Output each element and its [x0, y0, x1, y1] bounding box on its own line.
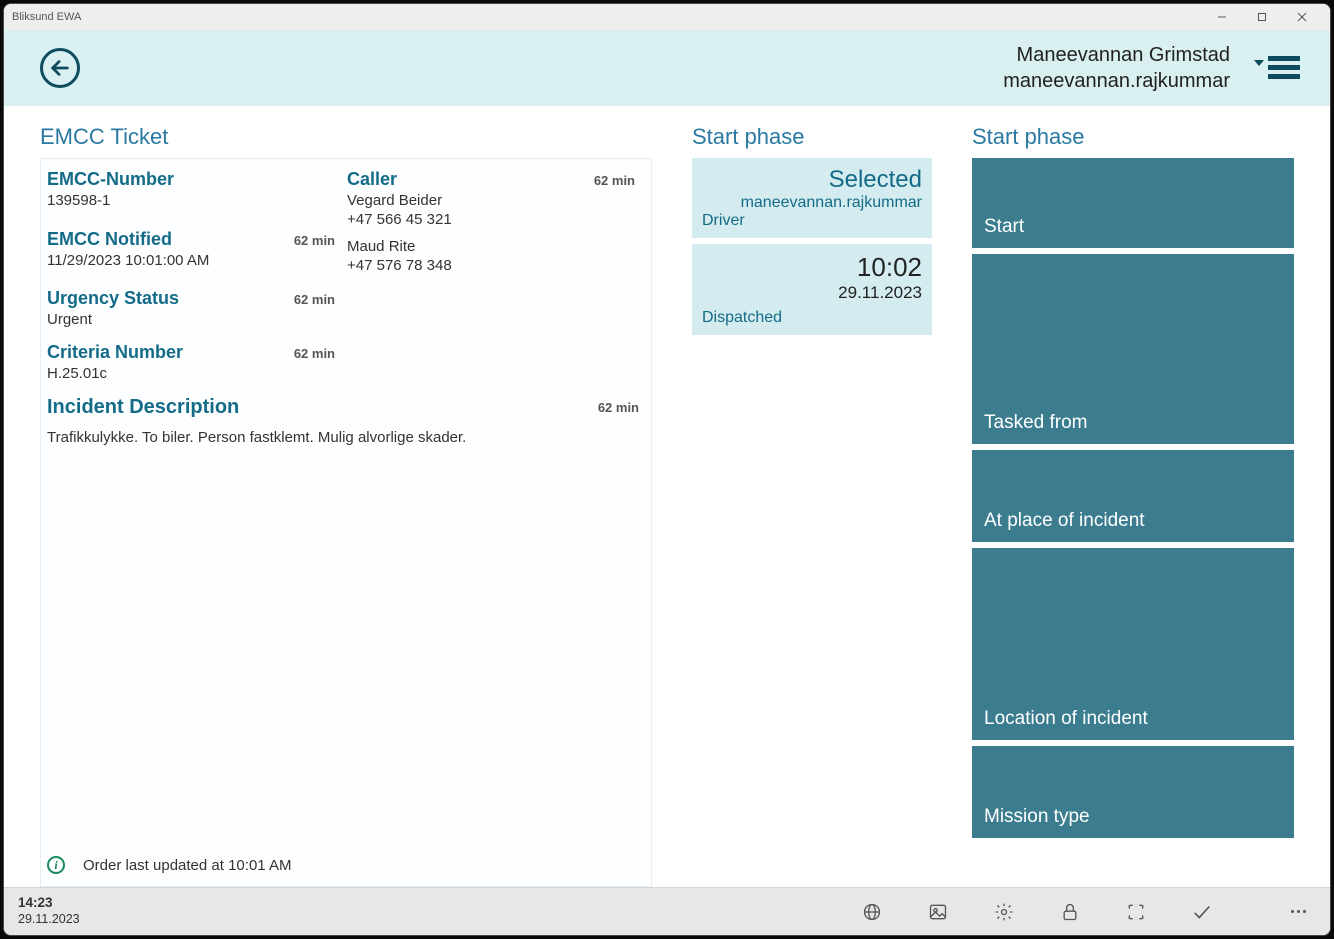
check-icon[interactable] [1191, 901, 1213, 923]
dispatched-card[interactable]: 10:02 29.11.2023 Dispatched [692, 244, 932, 335]
tile-at-place[interactable]: At place of incident [972, 450, 1294, 542]
window-title: Bliksund EWA [12, 11, 1202, 23]
titlebar: Bliksund EWA [4, 4, 1330, 30]
ticket-grid: EMCC-Number 139598-1 Caller 62 min Vegar… [41, 169, 651, 396]
urgency-age: 62 min [294, 292, 335, 307]
phase-right-column: Start phase Start Tasked from At place o… [972, 124, 1294, 887]
emcc-ticket-column: EMCC Ticket EMCC-Number 139598-1 Caller … [40, 124, 652, 887]
caller-age: 62 min [594, 173, 635, 188]
incident-description-age: 62 min [598, 400, 639, 415]
clock-date: 29.11.2023 [18, 912, 80, 928]
dispatched-time: 10:02 [702, 252, 922, 283]
emcc-ticket-title: EMCC Ticket [40, 124, 652, 150]
tile-mission-type[interactable]: Mission type [972, 746, 1294, 838]
emcc-number-label: EMCC-Number [47, 169, 337, 190]
caller2-phone: +47 576 78 348 [347, 257, 637, 274]
urgency-value: Urgent [47, 311, 337, 328]
emcc-number-cell: EMCC-Number 139598-1 [47, 169, 347, 215]
phase-left-title: Start phase [692, 124, 932, 150]
dispatched-label: Dispatched [702, 309, 922, 327]
tile-location[interactable]: Location of incident [972, 548, 1294, 740]
app-window: Bliksund EWA Maneevannan Grimstad maneev… [3, 3, 1331, 936]
selected-label: Selected [702, 166, 922, 194]
order-updated-text: Order last updated at 10:01 AM [83, 857, 291, 874]
caller-cell: Caller 62 min Vegard Beider +47 566 45 3… [347, 169, 647, 274]
selected-user: maneevannan.rajkummar [702, 194, 922, 212]
incident-description-text: Trafikkulykke. To biler. Person fastklem… [47, 429, 645, 446]
user-display-name: Maneevannan Grimstad [1003, 42, 1230, 68]
criteria-age: 62 min [294, 346, 335, 361]
menu-button[interactable] [1254, 52, 1300, 85]
maximize-button[interactable] [1242, 5, 1282, 29]
header-bar: Maneevannan Grimstad maneevannan.rajkumm… [4, 30, 1330, 106]
user-login: maneevannan.rajkummar [1003, 68, 1230, 94]
bottom-bar: 14:23 29.11.2023 [4, 887, 1330, 935]
tile-tasked-from[interactable]: Tasked from [972, 254, 1294, 444]
notified-age: 62 min [294, 233, 335, 248]
incident-description-label: Incident Description [47, 396, 645, 419]
lock-icon[interactable] [1059, 901, 1081, 923]
criteria-value: H.25.01c [47, 365, 337, 382]
notified-cell: EMCC Notified 62 min 11/29/2023 10:01:00… [47, 229, 347, 275]
image-icon[interactable] [927, 901, 949, 923]
selected-role: Driver [702, 212, 922, 230]
clock-time: 14:23 [18, 895, 80, 912]
content-area: EMCC Ticket EMCC-Number 139598-1 Caller … [4, 106, 1330, 887]
selected-card[interactable]: Selected maneevannan.rajkummar Driver [692, 158, 932, 238]
phase-left-column: Start phase Selected maneevannan.rajkumm… [692, 124, 932, 887]
caller2-name: Maud Rite [347, 238, 637, 255]
scan-icon[interactable] [1125, 901, 1147, 923]
back-button[interactable] [40, 48, 80, 88]
emcc-number-value: 139598-1 [47, 192, 337, 209]
criteria-cell: Criteria Number 62 min H.25.01c [47, 342, 347, 382]
minimize-button[interactable] [1202, 5, 1242, 29]
dispatched-date: 29.11.2023 [702, 283, 922, 303]
bottom-icons [861, 901, 1306, 923]
info-icon: i [47, 856, 65, 874]
globe-icon[interactable] [861, 901, 883, 923]
tile-start[interactable]: Start [972, 158, 1294, 248]
window-controls [1202, 5, 1322, 29]
caller1-name: Vegard Beider [347, 192, 637, 209]
emcc-ticket-card: EMCC-Number 139598-1 Caller 62 min Vegar… [40, 158, 652, 887]
more-icon[interactable] [1291, 910, 1306, 913]
close-button[interactable] [1282, 5, 1322, 29]
tiles-container: Start Tasked from At place of incident L… [972, 158, 1294, 838]
phase-right-title: Start phase [972, 124, 1294, 150]
notified-value: 11/29/2023 10:01:00 AM [47, 252, 337, 269]
user-block: Maneevannan Grimstad maneevannan.rajkumm… [1003, 42, 1230, 94]
urgency-cell: Urgency Status 62 min Urgent [47, 288, 347, 328]
clock: 14:23 29.11.2023 [18, 895, 80, 928]
order-updated-row: i Order last updated at 10:01 AM [41, 856, 651, 876]
caller1-phone: +47 566 45 321 [347, 211, 637, 228]
incident-description-block: Incident Description 62 min Trafikkulykk… [41, 396, 651, 446]
gear-icon[interactable] [993, 901, 1015, 923]
